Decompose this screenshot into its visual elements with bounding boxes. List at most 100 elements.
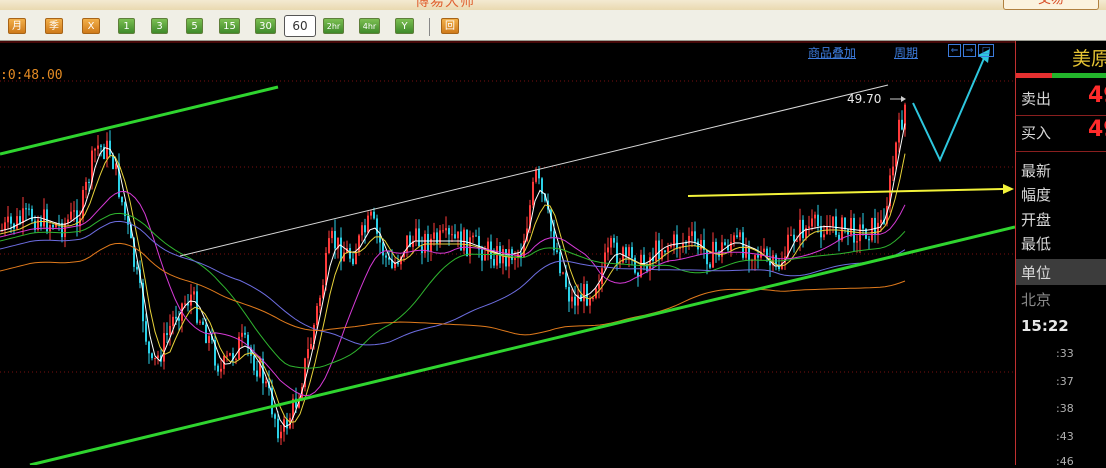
candle-body — [616, 242, 618, 265]
back-tool-button[interactable]: 回 — [441, 18, 459, 34]
candle-body — [226, 355, 228, 357]
overlay-commodity-link[interactable]: 商品叠加 — [808, 44, 856, 61]
period-5-button[interactable]: 5 — [186, 18, 203, 34]
candle-body — [145, 321, 147, 342]
candle-body — [670, 246, 672, 248]
period-30-button[interactable]: 30 — [255, 18, 276, 34]
white-channel-line[interactable] — [179, 84, 889, 257]
period-quarter-button[interactable]: 季 — [45, 18, 63, 34]
tick-time: :33 — [1056, 347, 1074, 360]
scroll-left-icon[interactable]: ⇐ — [948, 44, 961, 57]
upper-green-trendline[interactable] — [0, 85, 279, 156]
candle-body — [742, 232, 744, 258]
candle-body — [241, 332, 243, 337]
bid-ask-ratio-bar — [1016, 73, 1106, 78]
expand-icon[interactable]: □ — [978, 44, 994, 57]
candle-body — [538, 169, 540, 179]
candle-body — [4, 222, 6, 231]
candle-body — [256, 370, 258, 377]
scroll-right-icon[interactable]: ⇒ — [963, 44, 976, 57]
instrument-name: 美原油 — [1072, 48, 1106, 70]
period-link[interactable]: 周期 — [894, 44, 918, 61]
candle-body — [553, 231, 555, 251]
period-month-button[interactable]: 月 — [8, 18, 26, 34]
candle-body — [433, 232, 435, 239]
candle-body — [277, 418, 279, 439]
candle-body — [706, 249, 708, 265]
period-y-button[interactable]: Y — [395, 18, 414, 34]
candle-body — [814, 214, 816, 219]
candle-body — [334, 231, 336, 249]
period-3-button[interactable]: 3 — [151, 18, 168, 34]
candle-body — [832, 216, 834, 227]
candle-body — [178, 318, 180, 321]
candle-body — [421, 246, 423, 254]
trade-button[interactable]: 交易 — [1003, 0, 1099, 10]
candle-body — [163, 333, 165, 362]
moving-average-lines — [0, 123, 906, 428]
toolbar-separator — [429, 18, 430, 36]
lower-green-trendline[interactable] — [29, 225, 1015, 465]
candle-body — [196, 291, 198, 323]
candle-body — [880, 219, 882, 223]
candle-body — [361, 225, 363, 236]
candle-body — [841, 217, 843, 241]
candle-body — [763, 248, 765, 253]
candle-body — [235, 358, 237, 360]
candle-body — [691, 231, 693, 236]
candle-body — [811, 218, 813, 227]
candle-body — [220, 368, 222, 372]
period-2hr-button[interactable]: 2hr — [323, 18, 344, 34]
price-chart[interactable]: 49.70 :0:48.00 商品叠加 周期 ⇐ ⇒ □ — [0, 41, 1015, 465]
candle-body — [112, 154, 114, 169]
candle-body — [88, 181, 90, 183]
candle-body — [676, 234, 678, 249]
candle-body — [487, 241, 489, 255]
candle-body — [724, 242, 726, 246]
candle-body — [469, 237, 471, 257]
unit-row: 单位 — [1016, 259, 1106, 285]
candle-body — [307, 349, 309, 359]
period-4hr-button[interactable]: 4hr — [359, 18, 380, 34]
candle-body — [97, 145, 99, 149]
annotations: 49.70 — [687, 49, 1014, 197]
candle-body — [745, 246, 747, 258]
candle-body — [166, 333, 168, 335]
candle-body — [208, 336, 210, 343]
bid-label: 买入 — [1021, 124, 1052, 142]
candle-body — [820, 226, 822, 238]
panel-divider — [1016, 151, 1106, 152]
candle-body — [151, 353, 153, 359]
period-toolbar: 月 季 X 1 3 5 15 30 60 2hr 4hr Y 回 — [0, 10, 1106, 41]
candle-body — [94, 148, 96, 151]
candle-body — [370, 211, 372, 216]
period-15-button[interactable]: 15 — [219, 18, 240, 34]
candle-body — [559, 252, 561, 274]
candle-body — [73, 210, 75, 212]
candle-body — [895, 142, 897, 167]
candle-body — [589, 298, 591, 306]
candle-body — [496, 246, 498, 266]
period-1-button[interactable]: 1 — [118, 18, 135, 34]
candle-body — [715, 241, 717, 252]
candle-body — [631, 247, 633, 258]
candle-body — [598, 283, 600, 289]
candle-body — [280, 431, 282, 439]
time-main: 15:22 — [1021, 317, 1069, 335]
candle-body — [253, 355, 255, 371]
candle-body — [31, 208, 33, 221]
candle-body — [493, 258, 495, 266]
candle-body — [610, 238, 612, 248]
candle-body — [568, 287, 570, 302]
candle-body — [310, 343, 312, 350]
ask-value: 49 — [1088, 83, 1106, 108]
period-x-button[interactable]: X — [82, 18, 100, 34]
ask-label: 卖出 — [1021, 90, 1052, 108]
candle-body — [16, 216, 18, 229]
candle-body — [193, 291, 195, 295]
candle-body — [736, 235, 738, 238]
candle-body — [364, 225, 366, 233]
period-60-button[interactable]: 60 — [284, 15, 316, 37]
candle-body — [697, 241, 699, 250]
title-bar: 博易大师 交易 — [0, 0, 1106, 10]
